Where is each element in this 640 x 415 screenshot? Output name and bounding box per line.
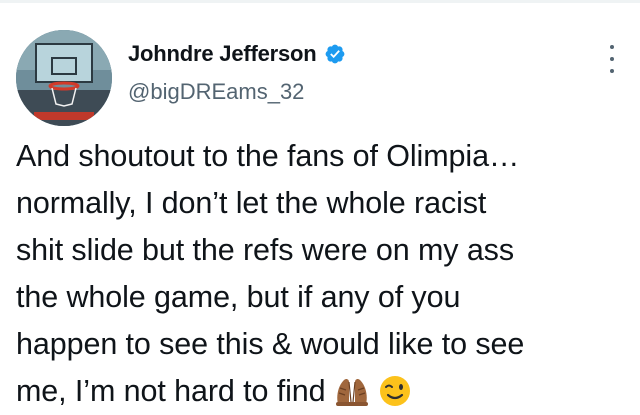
praying-hands-emoji [335,378,368,406]
avatar-image [16,30,112,126]
author-display-name[interactable]: Johndre Jefferson [128,41,317,67]
tweet[interactable]: Johndre Jefferson @bigDREams_32 And shou… [0,3,640,413]
more-dot-icon [610,69,614,73]
tweet-text-body: And shoutout to the fans of Olimpia… nor… [16,139,525,408]
author-name-row: Johndre Jefferson [128,39,346,69]
more-options-button[interactable] [602,45,622,73]
winking-face-emoji [379,376,410,406]
tweet-text: And shoutout to the fans of Olimpia… nor… [16,133,631,415]
avatar[interactable] [16,30,112,126]
author-handle[interactable]: @bigDREams_32 [128,79,304,105]
more-dot-icon [610,57,614,61]
verified-badge-icon [325,44,344,64]
more-dot-icon [610,45,614,49]
